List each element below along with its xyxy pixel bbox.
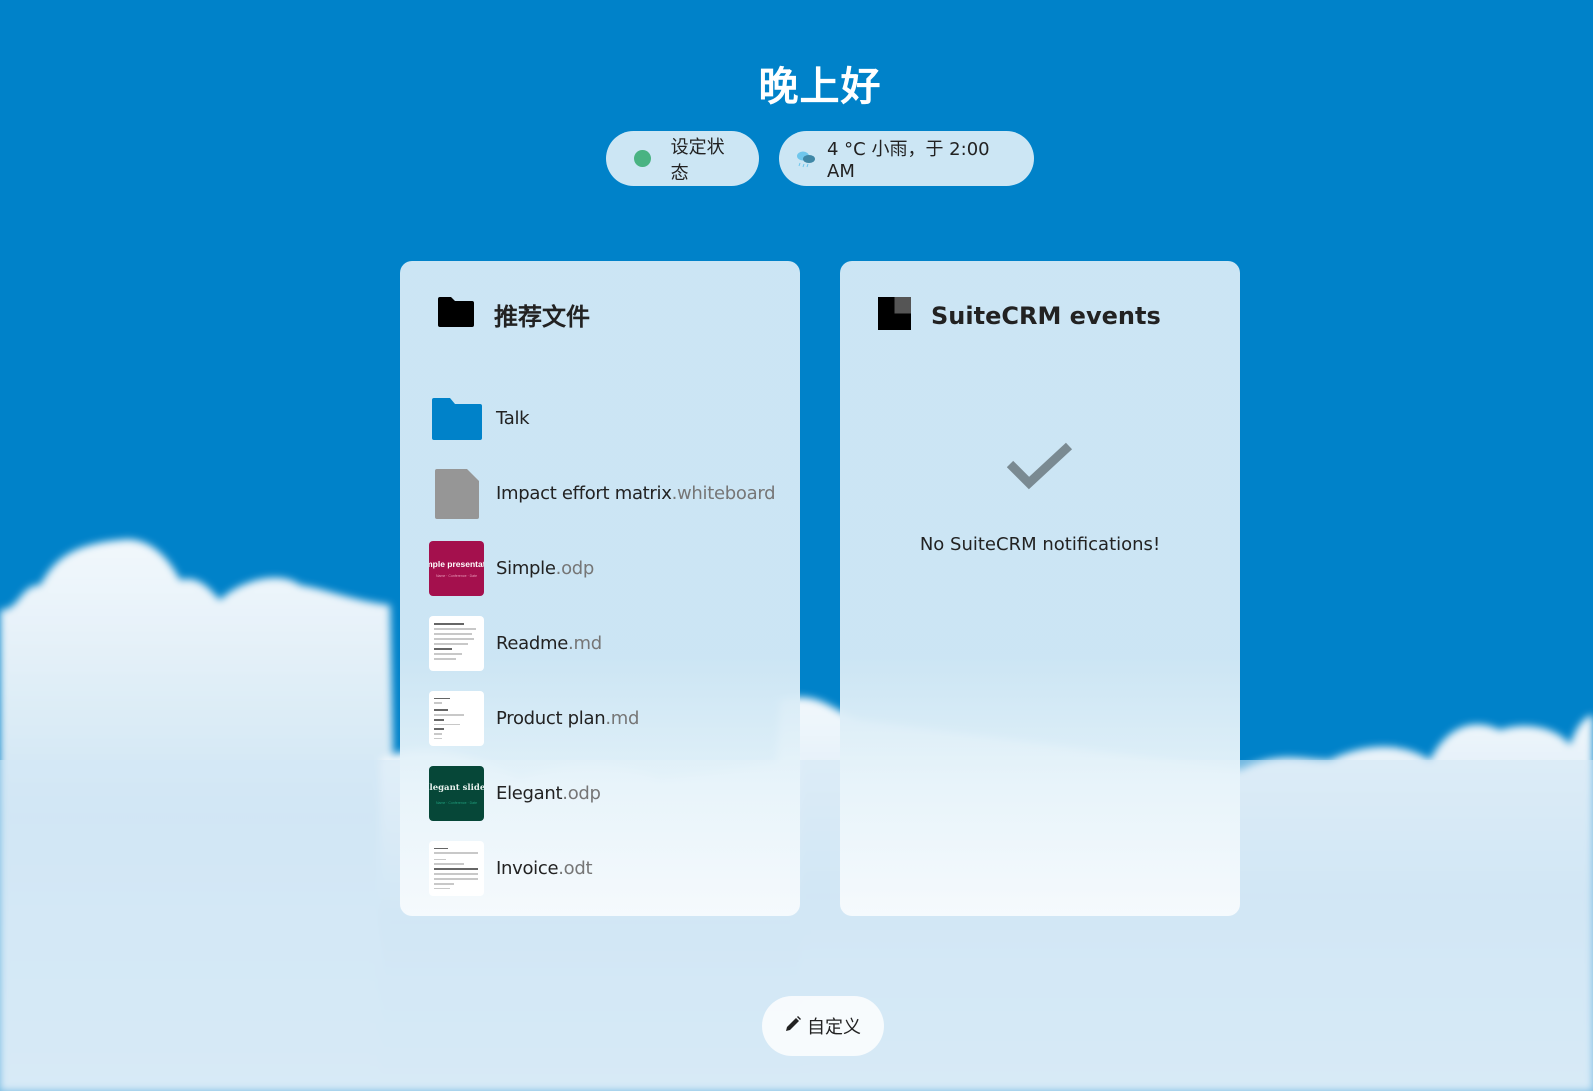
panel-title: SuiteCRM events [931, 302, 1161, 330]
file-extension: .odp [562, 783, 601, 804]
customize-button[interactable]: 自定义 [762, 996, 884, 1056]
document-thumbnail [429, 841, 484, 896]
suitecrm-logo-icon [878, 297, 911, 335]
pencil-icon [785, 1015, 807, 1037]
recommended-files-panel: 推荐文件 Talk Impact effort matrix.whiteboar… [400, 261, 800, 916]
file-name: Readme [496, 633, 569, 654]
file-item-product-plan-md[interactable]: Product plan.md [429, 681, 800, 756]
empty-state-text: No SuiteCRM notifications! [919, 534, 1161, 555]
recommended-files-header: 推荐文件 [438, 297, 590, 332]
status-dot-icon [634, 150, 651, 167]
file-name: Talk [496, 408, 530, 429]
file-list: Talk Impact effort matrix.whiteboard mpl… [429, 381, 800, 906]
thumbnail-title: Elegant slides [429, 782, 484, 793]
file-item-invoice-odt[interactable]: Invoice.odt [429, 831, 800, 906]
checkmark-icon [1006, 442, 1073, 495]
suitecrm-header: SuiteCRM events [878, 297, 1161, 335]
greeting-title: 晚上好 [758, 64, 882, 110]
presentation-thumbnail: mple presentati Name · Conference · Date [429, 541, 484, 596]
file-item-readme-md[interactable]: Readme.md [429, 606, 800, 681]
presentation-thumbnail: Elegant slides Name · Conference · Date [429, 766, 484, 821]
file-name: Invoice [496, 858, 559, 879]
thumbnail-subtitle: Name · Conference · Date [435, 574, 478, 578]
thumbnail-subtitle: Name · Conference · Date [435, 800, 478, 805]
file-item-elegant-odp[interactable]: Elegant slides Name · Conference · Date … [429, 756, 800, 831]
empty-state: No SuiteCRM notifications! [840, 441, 1240, 555]
set-status-label: 设定状态 [670, 136, 725, 184]
suitecrm-events-panel: SuiteCRM events No SuiteCRM notification… [840, 261, 1240, 916]
panel-title: 推荐文件 [494, 303, 590, 331]
set-status-button[interactable]: 设定状态 [606, 131, 759, 186]
thumbnail-title: mple presentati [429, 559, 484, 569]
file-item-simple-odp[interactable]: mple presentati Name · Conference · Date… [429, 531, 800, 606]
file-extension: .md [568, 633, 602, 654]
file-item-talk[interactable]: Talk [429, 381, 800, 456]
file-extension: .odp [555, 558, 595, 579]
weather-text: 4 °C 小雨，于 2:00 AM [827, 139, 990, 182]
weather-button[interactable]: 4 °C 小雨，于 2:00 AM [779, 131, 1034, 186]
file-name: Elegant [496, 783, 563, 804]
file-name: Product plan [496, 708, 606, 729]
folder-icon [438, 297, 474, 332]
file-extension: .whiteboard [671, 483, 776, 504]
file-item-impact-effort-matrix[interactable]: Impact effort matrix.whiteboard [429, 456, 800, 531]
customize-label: 自定义 [807, 1017, 861, 1038]
file-name: Simple [496, 558, 556, 579]
file-name: Impact effort matrix [496, 483, 672, 504]
file-icon [429, 466, 484, 521]
document-thumbnail [429, 616, 484, 671]
folder-icon [429, 391, 484, 446]
file-extension: .odt [558, 858, 593, 879]
file-extension: .md [605, 708, 640, 729]
document-thumbnail [429, 691, 484, 746]
cloud-rain-icon [795, 150, 817, 168]
